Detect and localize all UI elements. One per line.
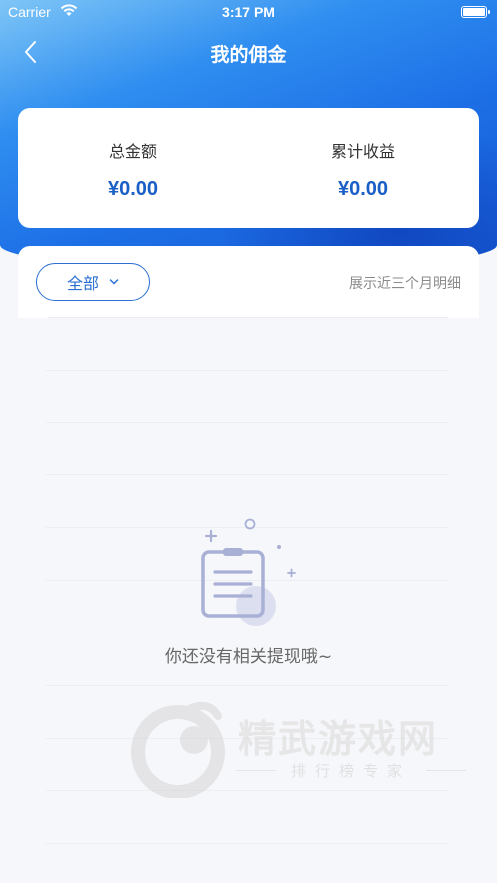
clock: 3:17 PM xyxy=(222,4,275,20)
cumulative-earnings-value: ¥0.00 xyxy=(337,178,389,200)
filter-card: 全部 展示近三个月明细 xyxy=(18,246,479,318)
navigation-bar: 我的佣金 xyxy=(0,30,497,74)
watermark-emblem-icon xyxy=(131,702,225,799)
status-bar: Carrier 3:17 PM xyxy=(0,0,497,26)
divider xyxy=(46,422,448,423)
filter-note: 展示近三个月明细 xyxy=(349,276,461,292)
battery-icon xyxy=(461,6,490,18)
commission-summary-card: 总金额 ¥0.00 累计收益 ¥0.00 xyxy=(18,108,479,228)
total-amount-label: 总金额 xyxy=(108,142,157,161)
filter-selected-label: 全部 xyxy=(66,274,99,293)
divider xyxy=(46,843,448,844)
empty-state-message: 你还没有相关提现哦~ xyxy=(164,647,333,667)
total-amount-block: 总金额 ¥0.00 xyxy=(18,138,248,201)
total-amount-value: ¥0.00 xyxy=(107,178,159,200)
divider xyxy=(46,474,448,475)
cumulative-earnings-block: 累计收益 ¥0.00 xyxy=(248,138,478,201)
watermark-logo: 精武游戏网 排行榜专家 xyxy=(128,698,478,799)
divider xyxy=(48,317,448,318)
cumulative-earnings-label: 累计收益 xyxy=(330,142,395,161)
watermark-subtitle: 排行榜专家 xyxy=(236,760,466,781)
chevron-down-icon xyxy=(109,279,119,285)
watermark-title: 精武游戏网 xyxy=(238,717,439,761)
filter-dropdown[interactable]: 全部 xyxy=(36,263,150,301)
clipboard-icon xyxy=(196,514,306,634)
divider xyxy=(46,685,448,686)
divider xyxy=(46,370,448,371)
page-title: 我的佣金 xyxy=(210,44,287,66)
